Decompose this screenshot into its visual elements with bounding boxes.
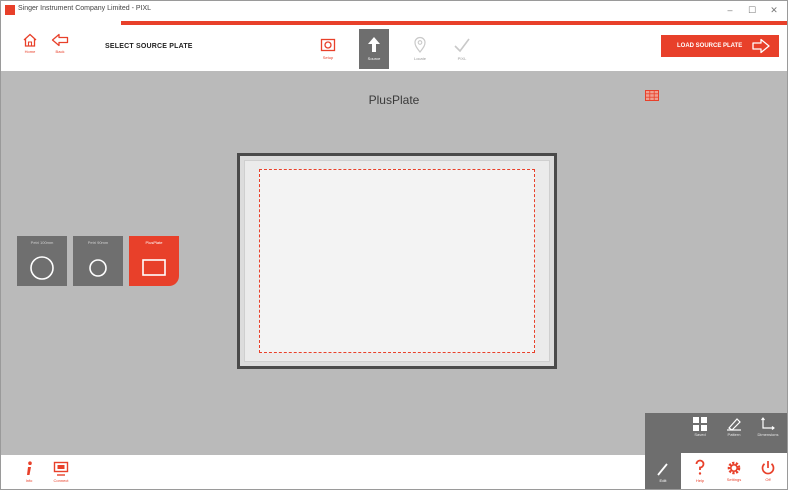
plate-option-plusplate[interactable]: PlusPlate: [129, 236, 179, 286]
bottom-bar: Info Connect: [1, 455, 645, 489]
grid-saved-icon: [693, 417, 707, 431]
help-icon: [695, 459, 705, 475]
minimize-button[interactable]: –: [721, 3, 739, 17]
load-source-plate-button[interactable]: LOAD SOURCE PLATE: [661, 35, 779, 57]
connect-button[interactable]: Connect: [47, 457, 75, 489]
camera-setup-icon: [320, 38, 336, 52]
plate-option-label: Petri 100mm: [30, 240, 54, 245]
edit-button[interactable]: Edit: [647, 453, 679, 489]
pattern-icon: [727, 418, 741, 431]
monitor-icon: [53, 461, 69, 476]
bottom-right-actions: Help Settings Off: [681, 453, 787, 489]
close-button[interactable]: ✕: [765, 3, 783, 17]
home-icon: [23, 33, 37, 47]
plate-option-petri-100mm[interactable]: Petri 100mm: [17, 236, 67, 286]
power-button[interactable]: Off: [751, 453, 785, 489]
back-arrow-icon: [51, 33, 69, 47]
plate-option-label: Petri 90mm: [87, 240, 109, 245]
info-button[interactable]: Info: [15, 457, 43, 489]
step-setup[interactable]: Setup: [313, 29, 343, 69]
plate-rim: [240, 156, 554, 366]
edit-label: Edit: [659, 478, 667, 483]
dimensions-button[interactable]: Dimensions: [751, 413, 785, 445]
saved-button[interactable]: Saved: [683, 413, 717, 445]
circle-large-icon: [30, 256, 54, 280]
plate-body: [244, 160, 550, 362]
page-title: SELECT SOURCE PLATE: [105, 43, 193, 50]
home-label: Home: [24, 49, 36, 54]
main-area: PlusPlate Petri 100mm Petri 90mm PlusPla…: [1, 71, 787, 455]
settings-label: Settings: [726, 477, 742, 482]
window-title: Singer Instrument Company Limited - PIXL: [18, 5, 152, 12]
forward-arrow-icon: [752, 38, 770, 54]
dimensions-icon: [761, 417, 775, 430]
plate-option-label: PlusPlate: [145, 240, 163, 245]
back-button[interactable]: Back: [45, 29, 75, 67]
saved-label: Saved: [694, 432, 706, 437]
connect-label: Connect: [53, 478, 69, 483]
home-button[interactable]: Home: [15, 29, 45, 67]
step-setup-label: Setup: [322, 55, 334, 60]
pencil-icon: [657, 463, 668, 476]
help-button[interactable]: Help: [683, 453, 717, 489]
info-icon: [27, 461, 32, 475]
step-source[interactable]: Source: [359, 29, 389, 69]
step-locate-label: Locate: [413, 56, 426, 61]
app-logo-icon: [5, 5, 15, 15]
upload-arrow-icon: [368, 37, 380, 52]
toolbar: Home Back SELECT SOURCE PLATE Setup Sour…: [1, 25, 787, 71]
gear-icon: [727, 461, 741, 475]
help-label: Help: [695, 478, 705, 483]
maximize-button[interactable]: ☐: [743, 3, 761, 17]
app-window: Singer Instrument Company Limited - PIXL…: [0, 0, 788, 490]
location-pin-icon: [414, 36, 426, 53]
step-pixl: PIXL: [447, 29, 477, 69]
step-source-label: Source: [367, 56, 381, 61]
pattern-label: Pattern: [727, 432, 741, 437]
plate-preview: [237, 153, 557, 369]
pattern-button[interactable]: Pattern: [717, 413, 751, 445]
power-icon: [761, 461, 775, 475]
load-button-label: LOAD SOURCE PLATE: [677, 43, 743, 49]
checkmark-icon: [454, 38, 470, 53]
grid-view-icon[interactable]: [645, 90, 659, 101]
step-locate: Locate: [405, 29, 435, 69]
dimensions-label: Dimensions: [757, 432, 779, 437]
info-label: Info: [25, 478, 33, 483]
step-pixl-label: PIXL: [457, 56, 467, 61]
plate-working-area: [259, 169, 535, 353]
plate-option-petri-90mm[interactable]: Petri 90mm: [73, 236, 123, 286]
settings-button[interactable]: Settings: [717, 453, 751, 489]
plate-name: PlusPlate: [368, 93, 420, 107]
back-label: Back: [55, 49, 65, 54]
rectangle-icon: [142, 259, 166, 276]
title-bar: Singer Instrument Company Limited - PIXL…: [1, 1, 787, 21]
circle-small-icon: [89, 259, 107, 277]
off-label: Off: [765, 477, 771, 482]
